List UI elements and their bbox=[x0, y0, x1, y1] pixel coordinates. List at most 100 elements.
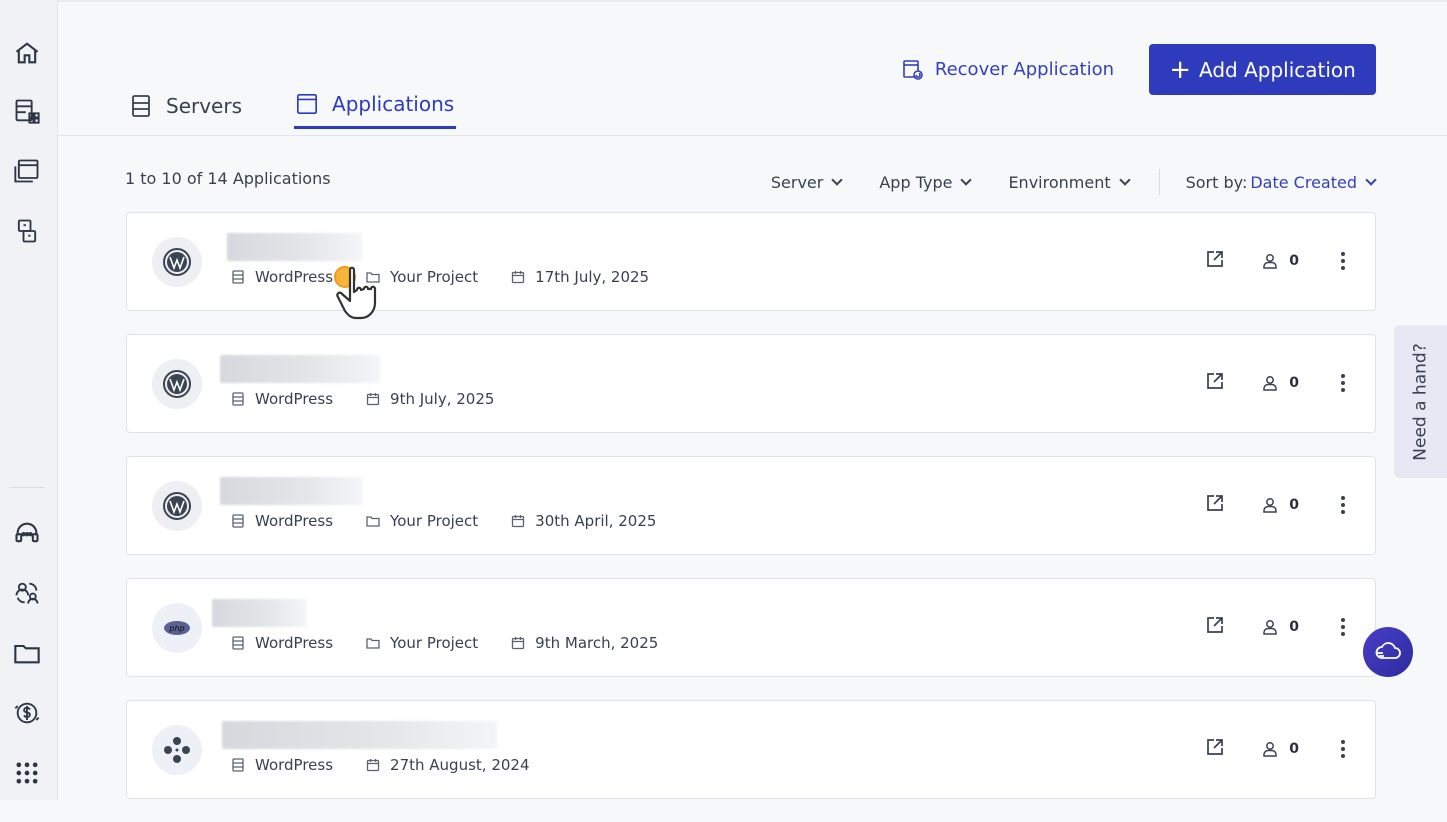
app-name-redacted[interactable] bbox=[220, 355, 380, 383]
header-actions: Recover Application + Add Application bbox=[901, 44, 1376, 95]
user-icon bbox=[1263, 498, 1277, 513]
app-type-label: WordPress bbox=[255, 512, 334, 530]
app-type: WordPress bbox=[231, 756, 333, 774]
more-options-icon[interactable] bbox=[1341, 251, 1345, 272]
app-users[interactable]: 0 bbox=[1261, 374, 1299, 392]
external-link-icon[interactable] bbox=[1205, 737, 1225, 761]
folder-icon bbox=[366, 638, 380, 649]
application-card[interactable]: WordPress Your Project 30th April, 2025 bbox=[126, 456, 1376, 555]
server-filter[interactable]: Server bbox=[771, 173, 844, 192]
app-name-redacted[interactable] bbox=[227, 233, 362, 261]
hand-cursor-icon bbox=[330, 262, 396, 334]
app-actions: 0 bbox=[1205, 493, 1345, 517]
app-type: WordPress bbox=[231, 512, 333, 530]
server-icon bbox=[232, 758, 244, 772]
team-sync-icon[interactable] bbox=[12, 578, 42, 608]
app-date-label: 9th July, 2025 bbox=[390, 390, 495, 408]
chat-assistant-button[interactable] bbox=[1363, 627, 1413, 677]
tab-applications[interactable]: Applications bbox=[294, 92, 457, 129]
server-icon bbox=[132, 94, 150, 117]
app-type-label: WordPress bbox=[255, 634, 334, 652]
more-options-icon[interactable] bbox=[1341, 495, 1345, 516]
external-link-icon[interactable] bbox=[1205, 249, 1225, 273]
app-actions: 0 bbox=[1205, 371, 1345, 395]
need-a-hand-label: Need a hand? bbox=[1410, 342, 1431, 461]
app-users[interactable]: 0 bbox=[1261, 740, 1299, 758]
chevron-down-icon bbox=[1365, 174, 1377, 186]
app-project-label: Your Project bbox=[390, 512, 479, 530]
server-icon bbox=[232, 392, 244, 406]
external-link-icon[interactable] bbox=[1205, 371, 1225, 395]
app-meta: WordPress Your Project 30th April, 2025 bbox=[231, 512, 689, 530]
more-options-icon[interactable] bbox=[1341, 373, 1345, 394]
app-date-label: 9th March, 2025 bbox=[535, 634, 659, 652]
app-project-label: Your Project bbox=[390, 634, 479, 652]
server-icon bbox=[232, 636, 244, 650]
recover-icon bbox=[903, 59, 923, 80]
integrations-icon[interactable] bbox=[12, 216, 42, 246]
server-icon bbox=[232, 514, 244, 528]
need-a-hand-tab[interactable]: Need a hand? bbox=[1394, 325, 1447, 478]
app-actions: 0 bbox=[1205, 249, 1345, 273]
recover-application-button[interactable]: Recover Application bbox=[901, 58, 1114, 82]
app-type-filter[interactable]: App Type bbox=[879, 172, 973, 192]
php-icon: php bbox=[152, 603, 202, 653]
servers-grid-icon[interactable] bbox=[12, 96, 42, 126]
app-type-label: WordPress bbox=[255, 390, 334, 408]
app-date: 30th April, 2025 bbox=[511, 512, 656, 530]
server-icon bbox=[232, 270, 244, 284]
users-count: 0 bbox=[1289, 375, 1299, 391]
app-date: 27th August, 2024 bbox=[366, 756, 530, 774]
app-project-label: Your Project bbox=[390, 268, 479, 286]
users-count: 0 bbox=[1289, 497, 1299, 513]
app-actions: 0 bbox=[1205, 737, 1345, 761]
sort-by-label: Sort by: bbox=[1185, 172, 1248, 192]
app-name-redacted[interactable] bbox=[222, 721, 497, 749]
external-link-icon[interactable] bbox=[1205, 493, 1225, 517]
app-date-label: 27th August, 2024 bbox=[390, 756, 530, 774]
tab-servers[interactable]: Servers bbox=[128, 92, 244, 129]
billing-dollar-icon[interactable] bbox=[12, 698, 42, 728]
external-link-icon[interactable] bbox=[1205, 615, 1225, 639]
environment-filter[interactable]: Environment bbox=[1008, 173, 1131, 192]
home-icon[interactable] bbox=[12, 38, 42, 68]
tab-applications-label: Applications bbox=[332, 92, 455, 116]
app-name-redacted[interactable] bbox=[220, 477, 362, 505]
app-date-label: 17th July, 2025 bbox=[535, 268, 650, 286]
more-options-icon[interactable] bbox=[1341, 739, 1345, 760]
recover-label: Recover Application bbox=[934, 59, 1114, 80]
app-type-label: WordPress bbox=[255, 756, 334, 774]
chevron-down-icon bbox=[1118, 174, 1131, 186]
app-date: 9th March, 2025 bbox=[511, 634, 658, 652]
folder-icon[interactable] bbox=[12, 638, 42, 668]
add-application-button[interactable]: + Add Application bbox=[1149, 44, 1376, 95]
app-project: Your Project bbox=[366, 634, 478, 652]
filter-divider bbox=[1158, 169, 1160, 195]
more-options-icon[interactable] bbox=[1341, 617, 1345, 638]
app-type-filter-label: App Type bbox=[879, 172, 953, 192]
app-meta: WordPress 27th August, 2024 bbox=[231, 756, 563, 774]
wordpress-multisite-icon bbox=[152, 725, 202, 775]
application-card[interactable]: php WordPress Your Project 9th March, 20… bbox=[126, 578, 1376, 677]
app-users[interactable]: 0 bbox=[1261, 496, 1299, 514]
application-card[interactable]: WordPress 27th August, 2024 0 bbox=[126, 700, 1376, 799]
application-card[interactable]: WordPress Your Project 17th July, 2025 0 bbox=[126, 212, 1376, 311]
folder-icon bbox=[366, 516, 380, 527]
application-card[interactable]: WordPress 9th July, 2025 0 bbox=[126, 334, 1376, 433]
calendar-icon bbox=[512, 271, 525, 284]
app-users[interactable]: 0 bbox=[1261, 618, 1299, 636]
apps-grid-icon[interactable] bbox=[12, 758, 42, 788]
app-type: WordPress bbox=[231, 390, 333, 408]
users-count: 0 bbox=[1289, 253, 1299, 269]
chevron-down-icon bbox=[960, 174, 973, 186]
sort-by-dropdown[interactable]: Sort by: Date Created bbox=[1185, 172, 1377, 192]
app-name-redacted[interactable] bbox=[212, 599, 307, 627]
app-date: 17th July, 2025 bbox=[511, 268, 649, 286]
user-icon bbox=[1263, 376, 1277, 391]
wordpress-icon bbox=[152, 481, 202, 531]
app-users[interactable]: 0 bbox=[1261, 252, 1299, 270]
support-headset-icon[interactable] bbox=[12, 518, 42, 548]
applications-window-icon[interactable] bbox=[12, 156, 42, 186]
plus-icon: + bbox=[1169, 54, 1191, 85]
svg-text:php: php bbox=[168, 624, 184, 633]
